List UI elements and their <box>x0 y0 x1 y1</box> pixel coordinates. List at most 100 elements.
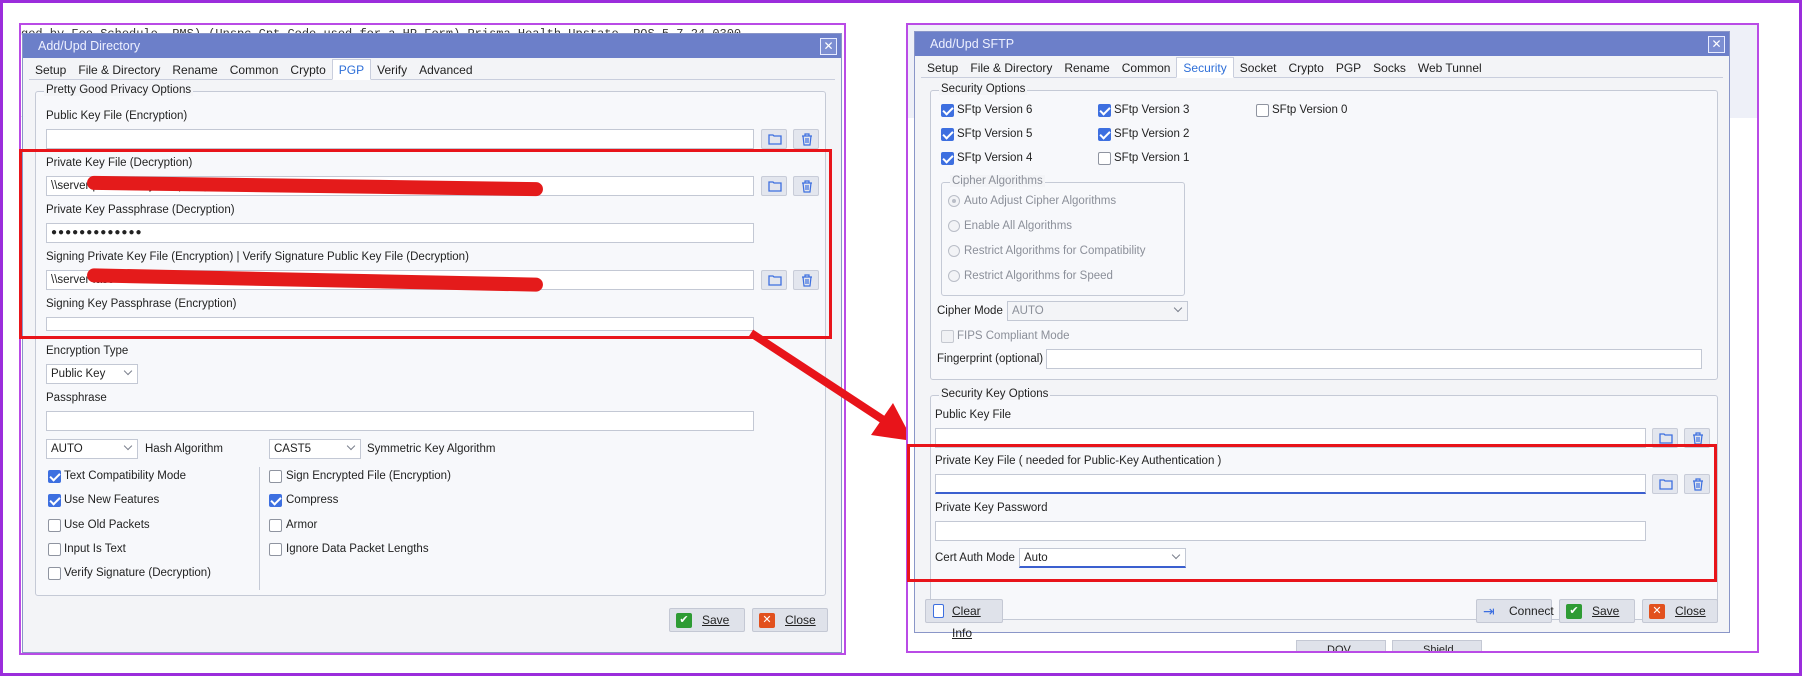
tab-pgp[interactable]: PGP <box>331 59 372 80</box>
close-button[interactable]: ✕ Close <box>752 608 828 632</box>
tab-rename[interactable]: Rename <box>166 60 223 81</box>
encryption-type-select[interactable]: Public Key <box>46 364 138 384</box>
use-old-packets-label: Use Old Packets <box>64 519 150 531</box>
tab-pgp[interactable]: PGP <box>1330 58 1367 79</box>
tab-socks[interactable]: Socks <box>1367 58 1412 79</box>
public-key-delete-button[interactable] <box>793 129 819 149</box>
sftp-v5-label: SFtp Version 5 <box>957 128 1033 140</box>
use-new-features-label: Use New Features <box>64 494 160 506</box>
tab-verify[interactable]: Verify <box>371 60 413 81</box>
input-is-text-checkbox[interactable] <box>48 543 61 556</box>
cipher-auto-radio[interactable] <box>948 195 960 207</box>
pgp-group-title: Pretty Good Privacy Options <box>44 84 194 96</box>
save-label: Save <box>1592 604 1620 618</box>
key-group-title: Security Key Options <box>939 388 1051 400</box>
text-compat-checkbox[interactable] <box>48 470 61 483</box>
public-key-file-label: Public Key File <box>935 409 1012 421</box>
tab-advanced[interactable]: Advanced <box>413 60 478 81</box>
verify-signature-checkbox[interactable] <box>48 567 61 580</box>
tab-common[interactable]: Common <box>1116 58 1177 79</box>
checkbox-divider <box>259 467 260 590</box>
ignore-lengths-checkbox[interactable] <box>269 543 282 556</box>
compress-checkbox[interactable] <box>269 494 282 507</box>
sftp-v6-checkbox[interactable] <box>941 104 954 117</box>
left-tab-bar: Setup File & Directory Rename Common Crypto P… <box>29 59 835 80</box>
tab-setup[interactable]: Setup <box>29 60 72 81</box>
save-label: Save <box>702 613 730 627</box>
connect-label: Connect <box>1509 604 1554 618</box>
symmetric-algorithm-select[interactable]: CAST5 <box>269 439 361 459</box>
tab-security[interactable]: Security <box>1176 57 1234 78</box>
hash-algorithm-label: Hash Algorithm <box>145 443 223 455</box>
cipher-compat-radio[interactable] <box>948 245 960 257</box>
tab-crypto[interactable]: Crypto <box>284 60 331 81</box>
fingerprint-input[interactable] <box>1046 349 1702 369</box>
tab-file-directory[interactable]: File & Directory <box>964 58 1058 79</box>
sftp-v6-label: SFtp Version 6 <box>957 104 1033 116</box>
right-highlight-box <box>907 444 1717 582</box>
hash-algorithm-select[interactable]: AUTO <box>46 439 138 459</box>
sftp-v0-checkbox[interactable] <box>1256 104 1269 117</box>
left-close-icon[interactable]: ✕ <box>820 38 837 55</box>
close-x-icon: ✕ <box>1649 604 1665 619</box>
fips-checkbox[interactable] <box>941 330 954 343</box>
sftp-v3-checkbox[interactable] <box>1098 104 1111 117</box>
right-background-button-1: DOV <box>1296 640 1386 651</box>
sftp-v0-label: SFtp Version 0 <box>1272 104 1348 116</box>
use-new-features-checkbox[interactable] <box>48 494 61 507</box>
sftp-v1-checkbox[interactable] <box>1098 152 1111 165</box>
public-key-input[interactable] <box>46 129 754 149</box>
passphrase-input[interactable] <box>46 411 754 431</box>
use-old-packets-checkbox[interactable] <box>48 519 61 532</box>
sftp-v4-checkbox[interactable] <box>941 152 954 165</box>
screenshot-canvas: ged by Fee Schedule. PMS) (Unspc Cpt Cod… <box>0 0 1802 676</box>
ignore-lengths-label: Ignore Data Packet Lengths <box>286 543 429 555</box>
cipher-mode-select[interactable]: AUTO <box>1007 301 1188 321</box>
right-dialog-titlebar: Add/Upd SFTP <box>915 32 1729 56</box>
sftp-v2-checkbox[interactable] <box>1098 128 1111 141</box>
verify-signature-label: Verify Signature (Decryption) <box>64 567 212 579</box>
security-group-title: Security Options <box>939 83 1028 95</box>
compress-label: Compress <box>286 494 339 506</box>
tab-rename[interactable]: Rename <box>1058 58 1115 79</box>
cipher-all-radio[interactable] <box>948 220 960 232</box>
save-button[interactable]: ✔ Save <box>1559 599 1635 623</box>
public-key-browse-button[interactable] <box>761 129 787 149</box>
sftp-v5-checkbox[interactable] <box>941 128 954 141</box>
folder-icon <box>1659 433 1673 444</box>
right-tab-bar: Setup File & Directory Rename Common Securit… <box>921 57 1723 78</box>
connect-icon: ⇥ <box>1483 603 1495 619</box>
close-label: Close <box>785 613 816 627</box>
clear-info-button[interactable]: Clear Info <box>925 599 1003 640</box>
symmetric-algorithm-value: CAST5 <box>274 443 312 455</box>
right-background-button-2: Shield <box>1392 640 1482 651</box>
cipher-compat-label: Restrict Algorithms for Compatibility <box>964 245 1146 257</box>
cipher-speed-label: Restrict Algorithms for Speed <box>964 270 1113 282</box>
cipher-speed-radio[interactable] <box>948 270 960 282</box>
folder-icon <box>768 134 782 145</box>
close-x-icon: ✕ <box>759 613 775 628</box>
tab-socket[interactable]: Socket <box>1234 58 1283 79</box>
sftp-v4-label: SFtp Version 4 <box>957 152 1033 164</box>
tab-crypto[interactable]: Crypto <box>1282 58 1329 79</box>
cipher-all-label: Enable All Algorithms <box>964 220 1073 232</box>
tab-setup[interactable]: Setup <box>921 58 964 79</box>
cipher-auto-label: Auto Adjust Cipher Algorithms <box>964 195 1117 207</box>
tab-file-directory[interactable]: File & Directory <box>72 60 166 81</box>
right-close-icon[interactable]: ✕ <box>1708 36 1725 53</box>
armor-checkbox[interactable] <box>269 519 282 532</box>
connect-button[interactable]: ⇥ Connect <box>1476 599 1554 623</box>
sign-encrypted-label: Sign Encrypted File (Encryption) <box>286 470 451 482</box>
sign-encrypted-checkbox[interactable] <box>269 470 282 483</box>
cipher-group-title: Cipher Algorithms <box>950 175 1045 187</box>
sftp-v2-label: SFtp Version 2 <box>1114 128 1190 140</box>
left-dialog-title: Add/Upd Directory <box>38 39 141 53</box>
public-key-label: Public Key File (Encryption) <box>46 110 188 122</box>
close-button[interactable]: ✕ Close <box>1642 599 1718 623</box>
passphrase-label: Passphrase <box>46 392 107 404</box>
symmetric-algorithm-label: Symmetric Key Algorithm <box>367 443 496 455</box>
fingerprint-label: Fingerprint (optional) <box>937 353 1044 365</box>
save-button[interactable]: ✔ Save <box>669 608 745 632</box>
tab-common[interactable]: Common <box>224 60 285 81</box>
tab-web-tunnel[interactable]: Web Tunnel <box>1412 58 1488 79</box>
